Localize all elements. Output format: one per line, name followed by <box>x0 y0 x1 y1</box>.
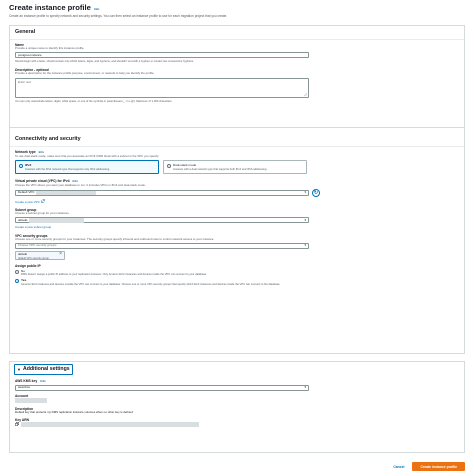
create-instance-profile-button[interactable]: Create instance profile <box>412 462 465 472</box>
subnet-select[interactable]: default- ▾ <box>15 217 309 224</box>
network-type-tiles: IPv4 Instance with the IPv4 network type… <box>15 160 459 175</box>
vpc-refresh-icon[interactable]: ↻ <box>312 189 320 197</box>
vpc-select[interactable]: Default VPC ▾ <box>15 190 309 196</box>
title-row: Create instance profile Info <box>9 3 465 12</box>
resize-handle-icon[interactable] <box>304 93 307 97</box>
general-body: Name Provide a unique name to identify t… <box>10 40 464 107</box>
public-ip-no-radio[interactable] <box>15 269 19 274</box>
name-description: Provide a unique name to identify this i… <box>15 45 85 50</box>
ipv4-description: Instance with the IPv4 network type that… <box>25 167 111 171</box>
key-description-value: Default key that protects my DMS replica… <box>15 409 133 414</box>
connectivity-title: Connectivity and security <box>15 136 81 142</box>
security-groups-select[interactable]: Choose VPC security groups ▾ <box>15 242 309 249</box>
description-textarea[interactable]: Enter text <box>15 78 309 99</box>
kms-key-info[interactable]: Info <box>40 379 46 383</box>
ipv4-radio[interactable] <box>18 163 23 168</box>
cancel-button[interactable]: Cancel <box>393 465 404 469</box>
page-title: Create instance profile <box>9 3 91 12</box>
connectivity-panel: Connectivity and security Network type I… <box>9 127 465 354</box>
dual-stack-radio[interactable] <box>166 163 171 168</box>
public-ip-no-description: DMS doesn't assign a public IP address t… <box>21 273 208 277</box>
general-panel: General Name Provide a unique name to id… <box>9 25 465 134</box>
create-subnet-group-link[interactable]: Create a new subnet group <box>15 225 51 229</box>
security-group-token: default default VPC security group × <box>15 250 65 260</box>
additional-settings-header[interactable]: ▼ Additional settings <box>10 362 464 377</box>
name-input[interactable]: postgres-instance <box>15 52 309 59</box>
page-info-link[interactable]: Info <box>94 7 100 12</box>
close-icon[interactable]: × <box>59 251 62 257</box>
connectivity-header: Connectivity and security <box>10 128 464 147</box>
general-title: General <box>15 29 36 35</box>
description-description: Provide a description for the instance p… <box>15 71 155 76</box>
public-ip-yes-option[interactable]: Yes Amazon EC2 instances and devices out… <box>15 278 459 286</box>
description-hint: You can only use/include letters, digits… <box>15 100 173 104</box>
subnet-description: Choose a subnet group for your instances… <box>15 211 70 216</box>
page-subtitle: Create an instance profile to specify ne… <box>9 14 228 18</box>
public-ip-yes-description: Amazon EC2 instances and devices outside… <box>21 282 281 286</box>
kms-key-label: AWS KMS key <box>15 378 38 383</box>
external-link-icon[interactable] <box>41 198 45 203</box>
public-ip-no-option[interactable]: No DMS doesn't assign a public IP addres… <box>15 269 459 277</box>
public-ip-label: Assign public IP <box>15 263 41 268</box>
caret-down-filled-icon: ▼ <box>17 366 21 372</box>
name-input-value: postgres-instance <box>18 52 42 57</box>
caret-down-icon: ▾ <box>304 190 306 195</box>
network-type-description: To use dual-stack mode, make sure that y… <box>15 153 160 158</box>
general-header: General <box>10 26 464 40</box>
caret-down-icon: ▾ <box>304 217 306 222</box>
dual-stack-description: Instance with a dual network type that s… <box>173 167 268 171</box>
subnet-id-redacted <box>28 218 84 223</box>
additional-settings-toggle[interactable]: ▼ Additional settings <box>14 364 73 375</box>
vpc-description: Choose the VPC where you want your datab… <box>15 182 146 187</box>
security-group-token-description: default VPC security group <box>18 256 49 260</box>
description-placeholder: Enter text <box>18 80 31 85</box>
name-hint: Should begin with a letter, should conta… <box>15 59 194 63</box>
page: Create instance profile Info Create an i… <box>0 0 474 476</box>
security-groups-placeholder: Choose VPC security groups <box>18 243 57 248</box>
ipv4-tile[interactable]: IPv4 Instance with the IPv4 network type… <box>15 160 159 175</box>
additional-settings-panel: ▼ Additional settings AWS KMS key Info a… <box>9 361 465 453</box>
caret-down-icon: ▾ <box>304 243 306 248</box>
vpc-row: Default VPC ▾ ↻ <box>15 189 459 197</box>
public-ip-yes-radio[interactable] <box>15 279 19 284</box>
additional-settings-body: AWS KMS key Info aws/dms ▾ Account Descr… <box>10 377 464 429</box>
create-vpc-link[interactable]: Create a new VPC <box>15 200 40 204</box>
key-arn-redacted <box>21 421 199 427</box>
account-redacted <box>15 397 47 403</box>
kms-key-value: aws/dms <box>18 384 30 389</box>
kms-key-select[interactable]: aws/dms ▾ <box>15 384 309 391</box>
copy-icon[interactable] <box>15 422 19 427</box>
caret-down-icon: ▾ <box>304 384 306 389</box>
subnet-select-value: default- <box>18 217 29 222</box>
connectivity-body: Network type Info To use dual-stack mode… <box>10 147 464 289</box>
security-groups-description: Choose one or more security groups for y… <box>15 236 215 241</box>
footer-actions: Cancel Create instance profile <box>393 462 465 472</box>
additional-settings-title: Additional settings <box>22 366 70 372</box>
vpc-id-redacted <box>35 190 96 196</box>
vpc-select-value: Default VPC <box>18 190 35 195</box>
dual-stack-tile[interactable]: Dual-stack mode Instance with a dual net… <box>163 160 307 175</box>
